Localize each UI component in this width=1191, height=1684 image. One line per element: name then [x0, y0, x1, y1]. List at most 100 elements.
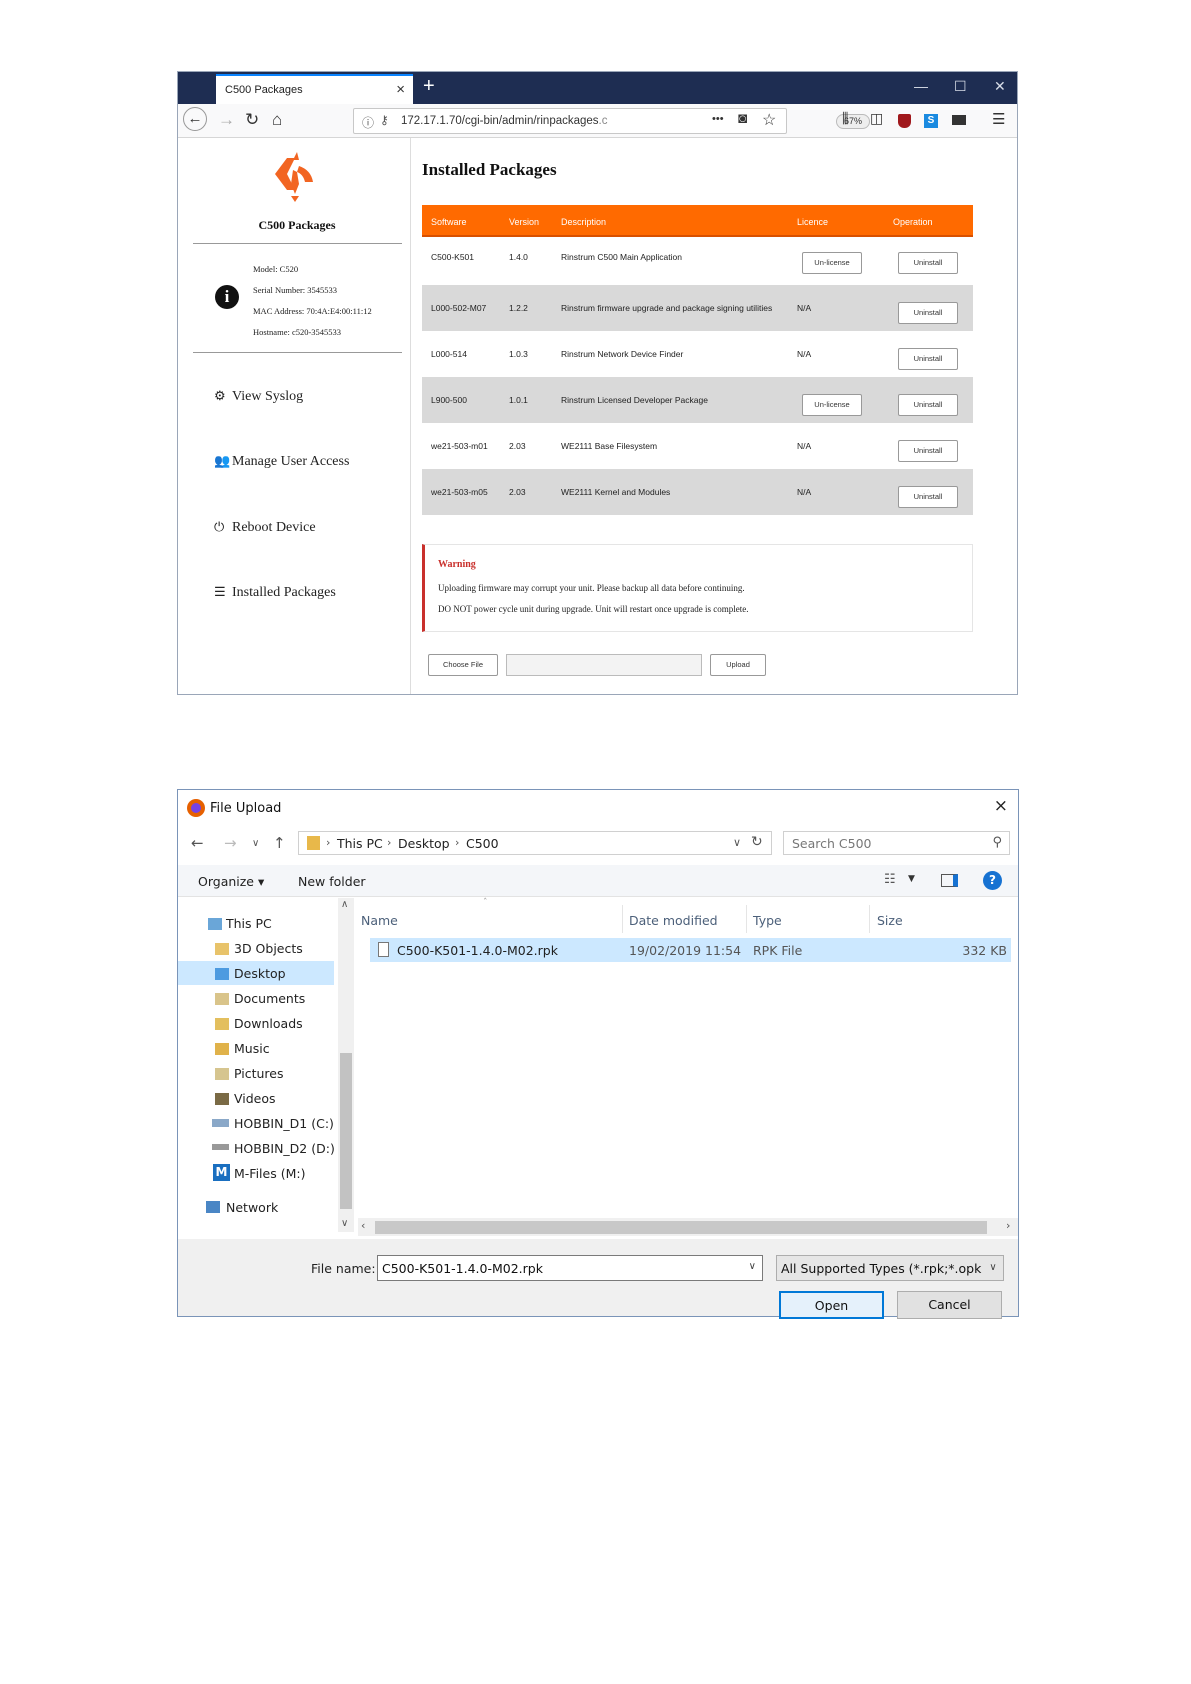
bookmark-star-icon[interactable]: ☆ [762, 110, 776, 130]
recent-dropdown-icon[interactable]: ∨ [252, 838, 259, 849]
search-box[interactable]: Search C500 ⚲ [783, 831, 1010, 855]
reload-icon[interactable]: ↻ [245, 110, 259, 130]
nav-scroll-thumb[interactable] [340, 1053, 352, 1209]
screen-icon[interactable] [952, 115, 966, 125]
file-row-selected[interactable]: C500-K501-1.4.0-M02.rpk 19/02/2019 11:54… [370, 938, 1011, 962]
dialog-close-icon[interactable]: × [994, 796, 1008, 816]
view-dropdown-icon[interactable]: ▼ [908, 874, 915, 884]
uninstall-button[interactable]: Uninstall [898, 302, 958, 324]
search-icon[interactable]: ⚲ [992, 835, 1002, 850]
chevron-down-icon[interactable]: ∨ [749, 1261, 756, 1272]
menu-hamburger-icon[interactable]: ☰ [992, 110, 1005, 128]
info-icon[interactable]: ⓘ [362, 114, 374, 131]
nav-music[interactable]: Music [234, 1041, 270, 1056]
column-divider [746, 905, 747, 933]
minimize-icon[interactable]: — [914, 78, 928, 94]
nav-hobbin-d1[interactable]: HOBBIN_D1 (C:) [234, 1116, 334, 1131]
file-type-filter[interactable]: All Supported Types (*.rpk;*.opk ∨ [776, 1255, 1004, 1281]
gears-icon: ⚙ [214, 388, 226, 403]
up-icon[interactable]: ↑ [273, 834, 286, 852]
help-icon[interactable]: ? [983, 871, 1002, 890]
search-input[interactable]: Search C500 [792, 836, 872, 851]
choose-file-button[interactable]: Choose File [428, 654, 498, 676]
ublock-icon[interactable] [898, 114, 911, 128]
uninstall-button[interactable]: Uninstall [898, 440, 958, 462]
uninstall-button[interactable]: Uninstall [898, 486, 958, 508]
scroll-right-icon[interactable]: › [1006, 1219, 1010, 1232]
refresh-icon[interactable]: ↻ [751, 834, 763, 850]
nav-network[interactable]: Network [226, 1200, 278, 1215]
page-actions-icon[interactable]: ••• [712, 113, 724, 125]
nav-downloads[interactable]: Downloads [234, 1016, 303, 1031]
nav-documents[interactable]: Documents [234, 991, 305, 1006]
url-tail: .c [598, 115, 608, 127]
tab-close-icon[interactable]: × [396, 81, 405, 98]
window-close-icon[interactable]: ✕ [994, 78, 1006, 95]
breadcrumb-desktop[interactable]: Desktop [398, 836, 450, 851]
back-icon[interactable]: ← [191, 834, 204, 852]
col-version: Version [509, 217, 540, 227]
chevron-right-icon: › [455, 836, 460, 849]
open-button[interactable]: Open [779, 1291, 884, 1319]
scroll-down-icon[interactable]: ∨ [341, 1218, 348, 1229]
file-name: C500-K501-1.4.0-M02.rpk [397, 943, 558, 958]
cancel-button[interactable]: Cancel [897, 1291, 1002, 1319]
organize-button[interactable]: Organize ▾ [198, 874, 264, 889]
col-size[interactable]: Size [877, 913, 903, 928]
nav-3d-objects[interactable]: 3D Objects [234, 941, 303, 956]
unlicense-button[interactable]: Un-license [802, 394, 862, 416]
chevron-down-icon[interactable]: ∨ [733, 836, 741, 849]
chevron-down-icon[interactable]: ∨ [983, 1256, 1003, 1280]
tab-c500-packages[interactable]: C500 Packages × [216, 74, 413, 104]
breadcrumb-this-pc[interactable]: This PC [337, 836, 383, 851]
horizontal-scrollbar[interactable]: ‹ › [358, 1218, 1018, 1236]
uninstall-button[interactable]: Uninstall [898, 252, 958, 274]
web-page: C500 Packages i Model: C520 Serial Numbe… [178, 138, 1017, 694]
back-icon[interactable]: ← [183, 107, 207, 131]
library-icon[interactable]: ⫼ [842, 110, 848, 127]
cell-description: Rinstrum firmware upgrade and package si… [561, 303, 773, 313]
file-name-field[interactable]: C500-K501-1.4.0-M02.rpk ∨ [377, 1255, 763, 1281]
horizontal-scroll-thumb[interactable] [375, 1221, 987, 1234]
pocket-icon[interactable]: ◙ [738, 110, 747, 127]
uninstall-button[interactable]: Uninstall [898, 394, 958, 416]
uninstall-button[interactable]: Uninstall [898, 348, 958, 370]
nav-pictures[interactable]: Pictures [234, 1066, 284, 1081]
preview-pane-icon[interactable] [941, 874, 958, 887]
file-path-field[interactable] [506, 654, 702, 676]
sidebar-title: C500 Packages [258, 218, 336, 232]
nav-videos[interactable]: Videos [234, 1091, 276, 1106]
nav-hobbin-d2[interactable]: HOBBIN_D2 (D:) [234, 1141, 335, 1156]
col-name[interactable]: Name [361, 913, 398, 928]
new-tab-button[interactable]: + [423, 75, 435, 98]
scroll-up-icon[interactable]: ∧ [341, 899, 348, 910]
network-icon [206, 1201, 220, 1213]
skype-icon[interactable]: S [924, 114, 938, 128]
view-options-icon[interactable]: ☷ [884, 872, 896, 887]
maximize-icon[interactable]: ☐ [954, 78, 967, 95]
menu-installed-packages[interactable]: ☰ Installed Packages [214, 584, 336, 601]
nav-m-files[interactable]: M-Files (M:) [234, 1166, 305, 1181]
file-list: ˆ Name Date modified Type Size C500-K501… [355, 898, 1018, 1218]
nav-desktop[interactable]: Desktop [234, 966, 286, 981]
menu-view-syslog[interactable]: ⚙ View Syslog [214, 388, 303, 405]
scroll-left-icon[interactable]: ‹ [361, 1219, 365, 1232]
menu-manage-user-access[interactable]: 👥 Manage User Access [214, 453, 349, 470]
breadcrumb-c500[interactable]: C500 [466, 836, 499, 851]
cell-description: Rinstrum Network Device Finder [561, 349, 684, 359]
nav-scrollbar[interactable]: ∧ ∨ [338, 898, 354, 1232]
forward-icon[interactable]: → [218, 110, 235, 130]
breadcrumb[interactable]: › This PC › Desktop › C500 ∨ ↻ [298, 831, 772, 855]
forward-icon[interactable]: → [224, 834, 237, 852]
file-type-filter-value: All Supported Types (*.rpk;*.opk [781, 1261, 982, 1276]
cell-software: we21-503-m05 [431, 487, 488, 497]
nav-this-pc[interactable]: This PC [226, 916, 272, 931]
sidebar-toggle-icon[interactable]: ◫ [870, 110, 883, 127]
col-type[interactable]: Type [753, 913, 782, 928]
col-date-modified[interactable]: Date modified [629, 913, 718, 928]
home-icon[interactable]: ⌂ [272, 110, 282, 130]
menu-reboot-device[interactable]: ⏻ Reboot Device [214, 519, 316, 536]
new-folder-button[interactable]: New folder [298, 874, 366, 889]
unlicense-button[interactable]: Un-license [802, 252, 862, 274]
upload-button[interactable]: Upload [710, 654, 766, 676]
